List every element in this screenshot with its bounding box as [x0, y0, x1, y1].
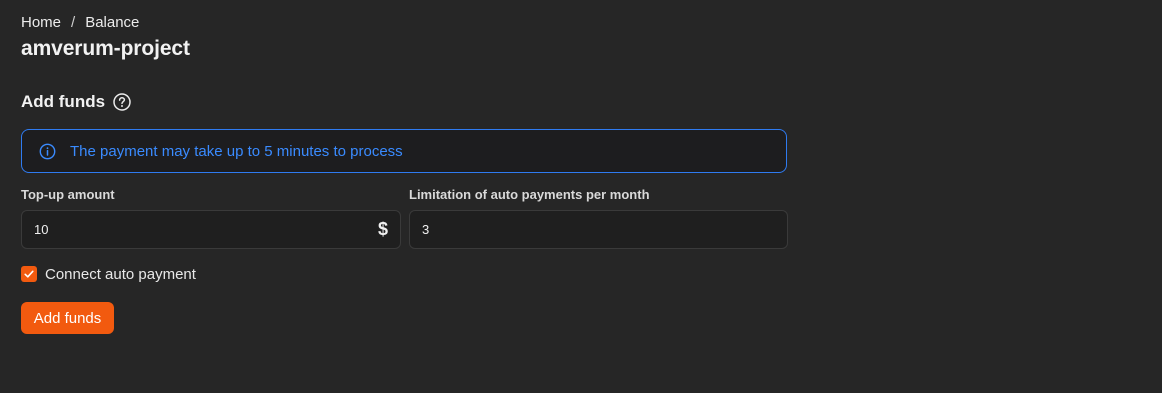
add-funds-heading: Add funds	[21, 91, 131, 113]
auto-payment-checkbox[interactable]	[21, 266, 37, 282]
auto-payment-label[interactable]: Connect auto payment	[45, 266, 196, 283]
alert-text: The payment may take up to 5 minutes to …	[70, 142, 403, 160]
topup-amount-input[interactable]	[34, 222, 372, 237]
payment-info-alert: The payment may take up to 5 minutes to …	[21, 129, 787, 173]
breadcrumb-current: Balance	[85, 13, 140, 31]
breadcrumb-home-link[interactable]: Home	[21, 14, 61, 31]
add-funds-title: Add funds	[21, 92, 106, 111]
auto-payment-limit-field	[409, 210, 788, 249]
breadcrumb-separator: /	[71, 13, 76, 31]
auto-payment-limit-label: Limitation of auto payments per month	[409, 187, 650, 202]
page-title: amverum-project	[21, 37, 190, 60]
checkmark-icon	[24, 270, 34, 278]
breadcrumb: Home / Balance	[21, 12, 139, 32]
balance-page: Home / Balance amverum-project Add funds…	[0, 0, 1162, 393]
auto-payment-limit-input[interactable]	[422, 222, 775, 237]
topup-amount-field: $	[21, 210, 401, 249]
topup-amount-label: Top-up amount	[21, 187, 115, 202]
dollar-sign-icon: $	[377, 219, 388, 239]
question-circle-icon[interactable]	[113, 93, 131, 111]
info-circle-icon	[39, 143, 56, 160]
add-funds-button[interactable]: Add funds	[21, 302, 114, 334]
auto-payment-option: Connect auto payment	[21, 264, 196, 284]
